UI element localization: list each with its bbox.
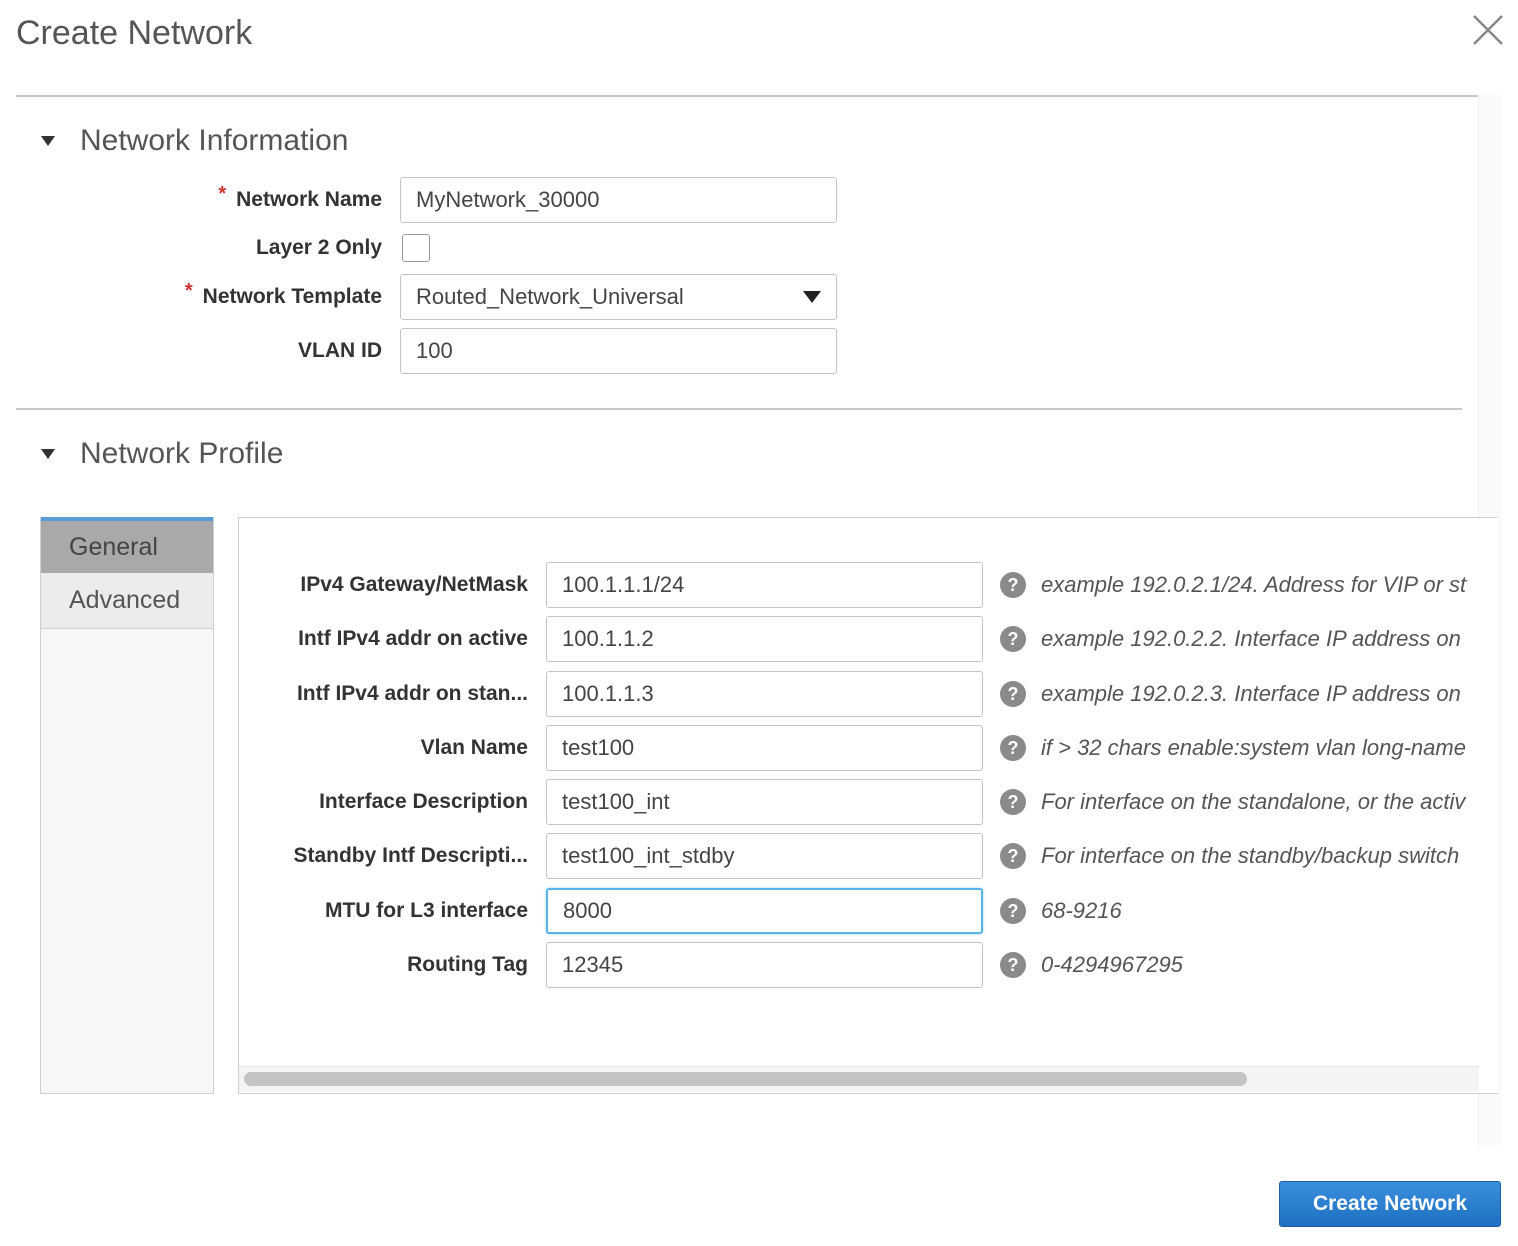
profile-field-input[interactable] <box>546 833 983 879</box>
svg-text:?: ? <box>1008 792 1019 812</box>
network-template-row: * Network Template Routed_Network_Univer… <box>0 274 837 320</box>
help-text: if > 32 chars enable:system vlan long-na… <box>1041 735 1466 760</box>
profile-field-row: IPv4 Gateway/NetMask? example 192.0.2.1/2… <box>0 562 1478 608</box>
help-text: 0-4294967295 <box>1041 952 1183 977</box>
profile-field-row: Interface Description? For interface on t… <box>0 779 1478 825</box>
profile-field-label: Routing Tag <box>407 953 528 976</box>
svg-text:?: ? <box>1008 629 1019 649</box>
profile-field-row: Intf IPv4 addr on stan...? example 192.0.… <box>0 671 1478 717</box>
help-icon[interactable]: ? <box>999 571 1027 599</box>
section-title: Network Information <box>80 124 349 157</box>
profile-field-row: MTU for L3 interface? 68-9216 <box>0 888 1478 934</box>
create-network-button[interactable]: Create Network <box>1279 1181 1501 1227</box>
help-container: ? example 192.0.2.3. Interface IP address… <box>983 680 1478 708</box>
help-icon[interactable]: ? <box>999 625 1027 653</box>
profile-field-input[interactable] <box>546 779 983 825</box>
network-name-row: * Network Name <box>0 177 837 223</box>
caret-down-icon <box>41 449 55 459</box>
help-icon[interactable]: ? <box>999 680 1027 708</box>
network-template-value: Routed_Network_Universal <box>416 284 684 309</box>
help-container: ? For interface on the standby/backup swi… <box>983 842 1478 870</box>
horizontal-scrollbar-thumb[interactable] <box>244 1072 1247 1086</box>
profile-field-row: Standby Intf Descripti...? For interface … <box>0 833 1478 879</box>
profile-field-row: Routing Tag? 0-4294967295 <box>0 942 1478 988</box>
svg-text:?: ? <box>1008 955 1019 975</box>
help-container: ? 68-9216 <box>983 897 1478 925</box>
close-icon[interactable] <box>1468 10 1508 50</box>
section-title: Network Profile <box>80 437 284 470</box>
profile-field-input[interactable] <box>546 725 983 771</box>
network-template-label: Network Template <box>202 285 382 308</box>
network-name-label: Network Name <box>236 188 382 211</box>
svg-text:?: ? <box>1008 846 1019 866</box>
profile-field-input[interactable] <box>546 616 983 662</box>
help-text: example 192.0.2.2. Interface IP address … <box>1041 626 1461 651</box>
help-container: ? For interface on the standalone, or the… <box>983 788 1478 816</box>
layer2-only-label: Layer 2 Only <box>255 236 382 259</box>
profile-field-label: Intf IPv4 addr on stan... <box>296 682 528 705</box>
title-divider <box>16 95 1478 97</box>
network-information-header[interactable]: Network Information <box>40 124 348 158</box>
profile-field-row: Intf IPv4 addr on active? example 192.0.2… <box>0 616 1478 662</box>
help-text: 68-9216 <box>1041 898 1122 923</box>
profile-field-row: Vlan Name? if > 32 chars enable:system vl… <box>0 725 1478 771</box>
vlan-id-input[interactable] <box>400 328 837 374</box>
help-container: ? example 192.0.2.1/24. Address for VIP o… <box>983 571 1478 599</box>
dialog-title: Create Network <box>16 14 253 52</box>
profile-field-input[interactable] <box>546 562 983 608</box>
vlan-id-label: VLAN ID <box>298 339 382 362</box>
network-profile-header[interactable]: Network Profile <box>40 437 283 471</box>
caret-down-icon <box>41 136 55 146</box>
help-icon[interactable]: ? <box>999 897 1027 925</box>
layer2-only-checkbox[interactable] <box>402 234 430 262</box>
help-text: example 192.0.2.3. Interface IP address … <box>1041 681 1461 706</box>
profile-field-label: Interface Description <box>319 790 528 813</box>
section-divider <box>16 408 1462 410</box>
help-icon[interactable]: ? <box>999 842 1027 870</box>
profile-field-input[interactable] <box>546 671 983 717</box>
help-icon[interactable]: ? <box>999 788 1027 816</box>
help-text: For interface on the standalone, or the … <box>1041 789 1466 814</box>
help-icon[interactable]: ? <box>999 951 1027 979</box>
profile-field-input[interactable] <box>546 942 983 988</box>
network-name-input[interactable] <box>400 177 837 223</box>
help-container: ? example 192.0.2.2. Interface IP address… <box>983 625 1478 653</box>
required-marker: * <box>184 279 193 302</box>
profile-field-label: MTU for L3 interface <box>324 899 528 922</box>
profile-field-input[interactable] <box>546 888 983 934</box>
vlan-id-row: VLAN ID <box>0 328 837 374</box>
chevron-down-icon <box>803 291 821 303</box>
network-template-select[interactable]: Routed_Network_Universal <box>400 274 837 320</box>
help-text: For interface on the standby/backup swit… <box>1041 843 1460 868</box>
help-text: example 192.0.2.1/24. Address for VIP or… <box>1041 572 1467 597</box>
svg-text:?: ? <box>1008 901 1019 921</box>
profile-field-label: Intf IPv4 addr on active <box>298 627 528 650</box>
svg-text:?: ? <box>1008 575 1019 595</box>
required-marker: * <box>218 182 227 205</box>
help-icon[interactable]: ? <box>999 734 1027 762</box>
svg-text:?: ? <box>1008 684 1019 704</box>
svg-text:?: ? <box>1008 738 1019 758</box>
layer2-only-row: Layer 2 Only <box>0 228 430 268</box>
profile-field-label: Vlan Name <box>420 736 528 759</box>
profile-field-label: IPv4 Gateway/NetMask <box>300 573 528 596</box>
help-container: ? 0-4294967295 <box>983 951 1478 979</box>
help-container: ? if > 32 chars enable:system vlan long-n… <box>983 734 1478 762</box>
profile-field-label: Standby Intf Descripti... <box>293 844 528 867</box>
